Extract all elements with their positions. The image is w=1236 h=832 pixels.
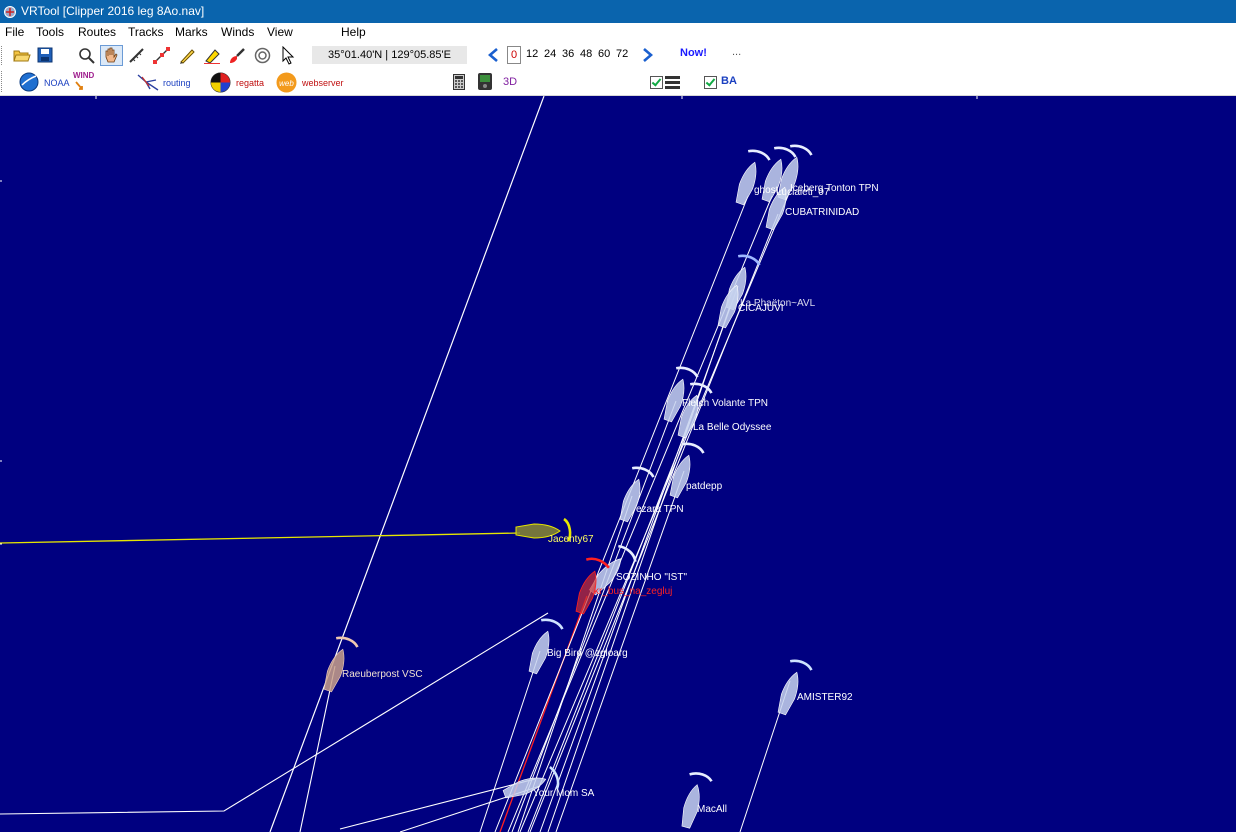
time-step-12h[interactable]: 12 (526, 48, 538, 60)
toolbar2-grip[interactable] (1, 71, 5, 92)
regatta-label[interactable]: regatta (236, 78, 264, 88)
menu-view[interactable]: View (267, 25, 293, 39)
brush-paint-icon[interactable] (228, 47, 246, 64)
open-folder-icon[interactable] (13, 47, 31, 63)
menu-tracks[interactable]: Tracks (128, 25, 164, 39)
label-jacenty67: Jacenty67 (548, 534, 594, 545)
layers-checkbox[interactable] (650, 76, 663, 89)
menu-winds[interactable]: Winds (221, 25, 254, 39)
label-raeuberpost: Raeuberpost VSC (342, 669, 423, 680)
menu-help[interactable]: Help (341, 25, 366, 39)
secondary-toolbar: NOAA WIND routing regatta web webserver … (0, 68, 1236, 96)
map-canvas[interactable]: ghost Lucialeti_07 Iceberg Tonton TPN CU… (0, 96, 1236, 832)
routing-label[interactable]: routing (163, 78, 191, 88)
boat-labels: ghost Lucialeti_07 Iceberg Tonton TPN CU… (342, 183, 879, 815)
long-route-line (269, 96, 545, 832)
toolbar-grip[interactable] (1, 46, 5, 65)
view-3d-button[interactable]: 3D (503, 76, 517, 88)
main-toolbar: 35°01.40'N | 129°05.85'E 0 12 24 36 48 6… (0, 43, 1236, 68)
label-patdepp: patdepp (686, 481, 723, 492)
prev-time-arrow-icon[interactable] (487, 48, 499, 62)
regatta-flag-icon[interactable] (210, 72, 231, 93)
boat-tracks (0, 96, 791, 832)
menu-file[interactable]: File (5, 25, 24, 39)
window-title: VRTool [Clipper 2016 leg 8Ao.nav] (21, 4, 205, 18)
ba-checkbox[interactable] (704, 76, 717, 89)
more-options-button[interactable]: ... (732, 46, 741, 58)
noaa-globe-icon[interactable] (19, 72, 39, 92)
routing-branch-icon[interactable] (136, 72, 160, 92)
noaa-label[interactable]: NOAA (44, 78, 70, 88)
label-iceberg: Iceberg Tonton TPN (790, 183, 879, 194)
boat-amister92[interactable] (772, 656, 815, 718)
zoom-magnifier-icon[interactable] (78, 47, 95, 64)
time-step-36h[interactable]: 36 (562, 48, 574, 60)
gps-device-icon[interactable] (477, 72, 493, 91)
cursor-coordinates: 35°01.40'N | 129°05.85'E (312, 46, 467, 64)
label-ghost: ghost (754, 185, 779, 196)
webserver-label[interactable]: webserver (302, 78, 344, 88)
label-big-bird: Big Bird @zgloarg (547, 648, 628, 659)
time-step-24h[interactable]: 24 (544, 48, 556, 60)
pencil-draw-icon[interactable] (178, 47, 196, 64)
web-badge-text: web (279, 79, 294, 88)
boat-macall[interactable] (676, 769, 714, 830)
track-jacenty67 (0, 532, 521, 544)
now-button[interactable]: Now! (680, 47, 707, 59)
target-circle-icon[interactable] (254, 47, 272, 64)
boat-ezara[interactable] (614, 463, 657, 525)
layers-stack-icon[interactable] (665, 76, 680, 89)
wind-label[interactable]: WIND (73, 71, 94, 80)
track-fletch (511, 400, 677, 832)
label-cubatrinidad: CUBATRINIDAD (785, 207, 859, 218)
next-time-arrow-icon[interactable] (642, 48, 654, 62)
pan-hand-icon[interactable] (100, 45, 123, 66)
calculator-icon[interactable] (453, 74, 465, 90)
label-sozinho: SOZINHO "IST" (616, 572, 687, 583)
left-edge-ticks (0, 180, 2, 545)
label-amister92: AMISTER92 (797, 692, 853, 703)
time-step-60h[interactable]: 60 (598, 48, 610, 60)
menu-tools[interactable]: Tools (36, 25, 64, 39)
webserver-globe-icon[interactable]: web (276, 72, 297, 93)
app-icon (4, 6, 16, 18)
label-cicajuvi: CICAJUVI (738, 303, 784, 314)
track-sozinho (0, 612, 549, 815)
label-fletch: Fletch Volante TPN (682, 398, 768, 409)
menu-routes[interactable]: Routes (78, 25, 116, 39)
wind-arrow-icon[interactable] (74, 80, 90, 92)
route-line-icon[interactable] (153, 47, 171, 64)
save-disk-icon[interactable] (37, 47, 53, 63)
label-belle: La Belle Odyssee (693, 422, 772, 433)
highlighter-mark-icon[interactable] (203, 47, 221, 64)
menu-marks[interactable]: Marks (175, 25, 208, 39)
boat-raeuberpost[interactable] (318, 635, 359, 695)
label-your-mom: Your Mom SA (533, 788, 595, 799)
time-step-72h[interactable]: 72 (616, 48, 628, 60)
label-macall: MacAll (697, 804, 727, 815)
time-step-48h[interactable]: 48 (580, 48, 592, 60)
title-bar: VRTool [Clipper 2016 leg 8Ao.nav] (0, 0, 1236, 23)
pointer-arrow-icon[interactable] (281, 46, 295, 65)
top-edge-ticks (95, 96, 978, 99)
measure-ruler-icon[interactable] (128, 47, 146, 64)
label-red: kr_bus_na_zegluj (594, 586, 672, 597)
time-step-0h[interactable]: 0 (507, 46, 522, 64)
ba-label[interactable]: BA (721, 75, 737, 87)
label-ezara: ezara TPN (636, 504, 684, 515)
menu-bar: File Tools Routes Tracks Marks Winds Vie… (0, 23, 1236, 43)
